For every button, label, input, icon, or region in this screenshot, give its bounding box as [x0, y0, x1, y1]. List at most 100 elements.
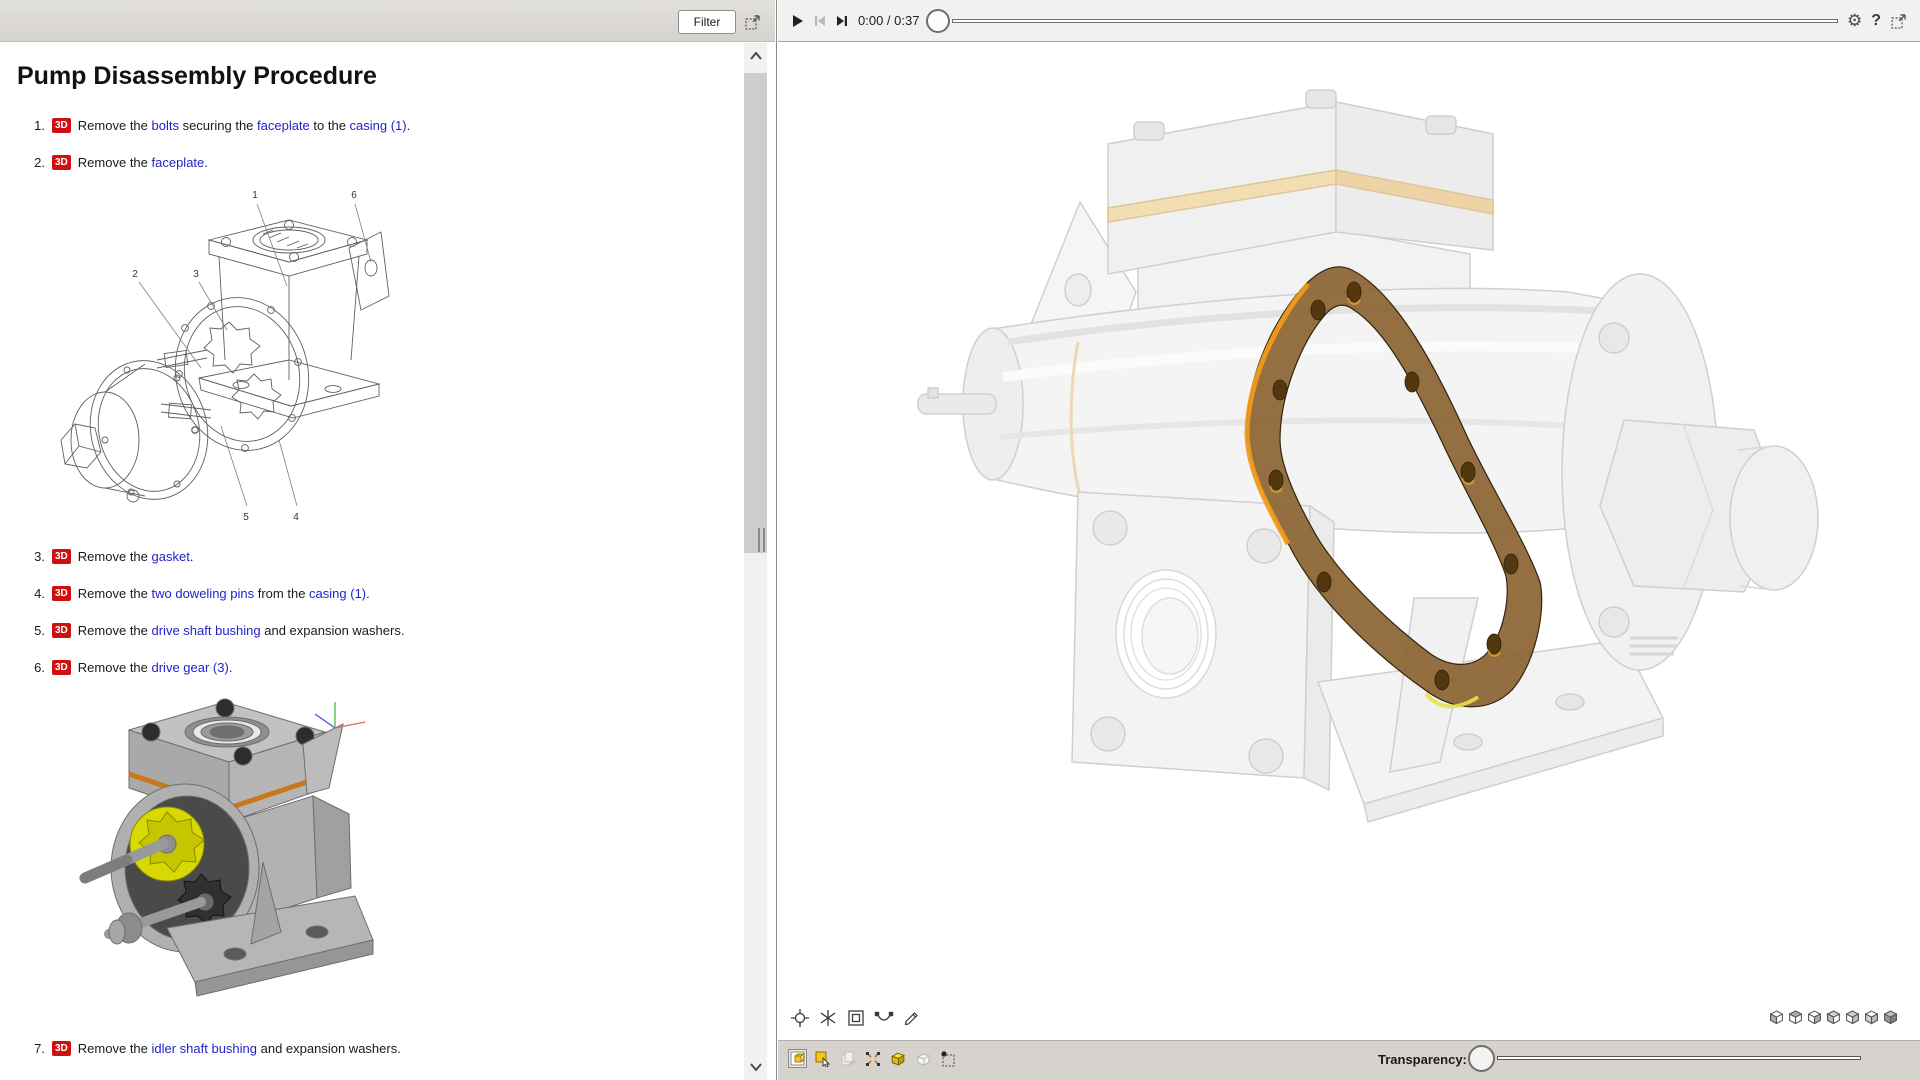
callout-lines — [139, 204, 371, 506]
3d-badge[interactable]: 3D — [52, 155, 71, 170]
step-part-link[interactable]: casing (1) — [309, 586, 366, 601]
left-scrollbar[interactable] — [744, 43, 767, 1080]
callout-3: 3 — [193, 269, 199, 280]
composer-player-window: Filter Pump Disassembly Procedure 1. 3D … — [0, 0, 1920, 1080]
3d-badge[interactable]: 3D — [52, 623, 71, 638]
step-part-link[interactable]: gasket — [152, 549, 190, 564]
step-text: Remove the bolts securing the faceplate … — [78, 117, 410, 134]
view-cube-1-icon[interactable] — [1769, 1010, 1784, 1025]
step-part-link[interactable]: drive gear (3) — [152, 660, 229, 675]
help-icon[interactable]: ? — [1871, 9, 1881, 33]
transparency-slider-track[interactable] — [1497, 1056, 1861, 1060]
scrollbar-thumb[interactable] — [744, 73, 767, 553]
procedure-step-5: 5. 3D Remove the drive shaft bushing and… — [30, 622, 404, 639]
step-part-link[interactable]: faceplate — [152, 155, 205, 170]
axis-triad — [315, 702, 365, 728]
step-part-link[interactable]: bolts — [152, 118, 179, 133]
next-frame-button[interactable] — [834, 13, 850, 29]
view-cube-2-icon[interactable] — [1788, 1010, 1803, 1025]
scroll-up-button[interactable] — [744, 43, 767, 69]
step-text: Remove the two doweling pins from the ca… — [78, 585, 370, 602]
view-cube-4-icon[interactable] — [1826, 1010, 1841, 1025]
step-number: 2. — [30, 154, 45, 171]
procedure-step-2: 2. 3D Remove the faceplate. — [30, 154, 208, 171]
procedure-panel: Filter Pump Disassembly Procedure 1. 3D … — [0, 0, 776, 1080]
view-cube-6-icon[interactable] — [1864, 1010, 1879, 1025]
cover-drawing — [61, 348, 222, 512]
page-title: Pump Disassembly Procedure — [17, 62, 377, 91]
procedure-step-6: 6. 3D Remove the drive gear (3). — [30, 659, 232, 676]
step-part-link[interactable]: drive shaft bushing — [152, 623, 261, 638]
selection-tools — [788, 1049, 957, 1068]
step-number: 3. — [30, 548, 45, 565]
time-display: 0:00 / 0:37 — [858, 13, 919, 28]
zoom-frame-icon[interactable] — [846, 1008, 866, 1028]
seek-slider-handle[interactable] — [926, 9, 950, 33]
crosshair-icon[interactable] — [790, 1008, 810, 1028]
view-orientation-buttons — [1769, 1010, 1898, 1025]
previous-frame-button[interactable] — [812, 13, 828, 29]
callout-4: 4 — [293, 512, 299, 523]
opened-pump-illustration — [67, 692, 380, 998]
step-part-link[interactable]: idler shaft bushing — [152, 1041, 258, 1056]
solid-cube-icon[interactable] — [888, 1049, 907, 1068]
pencil-icon[interactable] — [902, 1008, 922, 1028]
step-text: Remove the faceplate. — [78, 154, 208, 171]
faceplate-drawing — [157, 283, 325, 464]
step-part-link[interactable]: casing (1) — [350, 118, 407, 133]
pump-model — [778, 42, 1920, 1040]
callout-numbers: 1 6 2 3 5 4 — [132, 190, 357, 523]
step-number: 5. — [30, 622, 45, 639]
viewer-bottom-bar: Transparency: — [778, 1040, 1920, 1080]
callout-6: 6 — [351, 190, 357, 201]
step-text: Remove the idler shaft bushing and expan… — [78, 1040, 401, 1057]
ghost-cube-icon[interactable] — [913, 1049, 932, 1068]
3d-badge[interactable]: 3D — [52, 118, 71, 133]
filter-button[interactable]: Filter — [678, 10, 736, 34]
3d-viewport[interactable] — [778, 42, 1920, 1040]
3d-badge[interactable]: 3D — [52, 549, 71, 564]
procedure-step-3: 3. 3D Remove the gasket. — [30, 548, 193, 565]
popout-icon[interactable] — [744, 13, 762, 31]
callout-5: 5 — [243, 512, 249, 523]
splitter-line — [776, 0, 777, 1080]
arc-icon[interactable] — [874, 1008, 894, 1028]
view-cube-3-icon[interactable] — [1807, 1010, 1822, 1025]
step-text: Remove the drive gear (3). — [78, 659, 233, 676]
asterisk-lines-icon[interactable] — [818, 1008, 838, 1028]
playback-toolbar: 0:00 / 0:37 ⚙ ? — [778, 0, 1920, 42]
viewport-tools — [790, 1008, 922, 1028]
step-number: 4. — [30, 585, 45, 602]
callout-1: 1 — [252, 190, 258, 201]
cube-window-icon[interactable] — [788, 1049, 807, 1068]
procedure-toolbar: Filter — [0, 0, 776, 42]
step-part-link[interactable]: two doweling pins — [152, 586, 255, 601]
3d-badge[interactable]: 3D — [52, 586, 71, 601]
clear-marker-icon[interactable] — [938, 1049, 957, 1068]
procedure-step-4: 4. 3D Remove the two doweling pins from … — [30, 585, 370, 602]
select-highlight-icon[interactable] — [813, 1049, 832, 1068]
settings-gear-icon[interactable]: ⚙ — [1847, 9, 1862, 33]
play-button[interactable] — [790, 13, 806, 29]
3d-badge[interactable]: 3D — [52, 660, 71, 675]
step-number: 6. — [30, 659, 45, 676]
step-text: Remove the drive shaft bushing and expan… — [78, 622, 405, 639]
step-part-link[interactable]: faceplate — [257, 118, 310, 133]
paste-disabled-icon[interactable] — [838, 1049, 857, 1068]
step-number: 1. — [30, 117, 45, 134]
view-cube-iso-icon[interactable] — [1883, 1010, 1898, 1025]
procedure-step-1: 1. 3D Remove the bolts securing the face… — [30, 117, 410, 134]
view-cube-5-icon[interactable] — [1845, 1010, 1860, 1025]
transparency-slider-handle[interactable] — [1468, 1045, 1495, 1072]
exploded-view-illustration: 1 6 2 3 5 4 — [49, 178, 392, 527]
callout-2: 2 — [132, 269, 138, 280]
center-selection-icon[interactable] — [863, 1049, 882, 1068]
step-text: Remove the gasket. — [78, 548, 194, 565]
fullscreen-icon[interactable] — [1890, 12, 1908, 30]
3d-badge[interactable]: 3D — [52, 1041, 71, 1056]
splitter-grip[interactable] — [758, 528, 770, 552]
scroll-down-button[interactable] — [744, 1054, 767, 1080]
procedure-step-7: 7. 3D Remove the idler shaft bushing and… — [30, 1040, 401, 1057]
casing-drawing — [199, 220, 389, 418]
seek-slider-track[interactable] — [952, 19, 1838, 23]
